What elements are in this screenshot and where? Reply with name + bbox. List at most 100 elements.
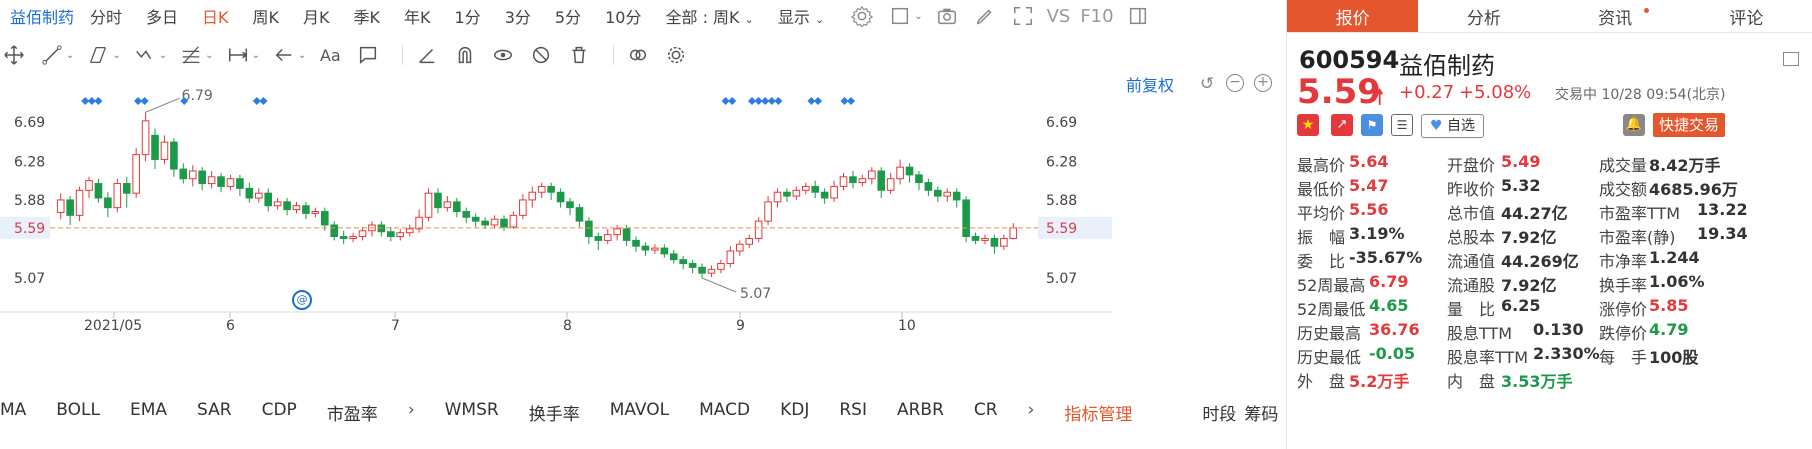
panel-menu-icon[interactable] <box>1783 52 1799 66</box>
fib-tool-icon[interactable] <box>177 41 205 69</box>
kline-chart[interactable]: 6.69 6.69 6.28 6.28 5.88 5.88 5.07 5.07 2021/05 6… <box>0 72 1286 392</box>
chevron-down-icon[interactable]: ⌄ <box>205 50 213 61</box>
indicator-1[interactable]: BOLL <box>56 400 100 425</box>
indicator-7[interactable]: 换手率 <box>529 400 580 425</box>
candle-body <box>830 185 838 199</box>
trash-icon[interactable] <box>565 41 593 69</box>
price-tick-right: 5.07 <box>1046 271 1077 287</box>
stock-name-link[interactable]: 益佰制药 <box>10 4 74 28</box>
candle-body <box>113 183 122 209</box>
chevron-down-icon[interactable]: ⌄ <box>112 50 120 61</box>
indicator-13[interactable]: CR <box>974 400 998 425</box>
candle-body <box>415 216 423 230</box>
chevron-down-icon[interactable]: ⌄ <box>252 50 260 61</box>
chevron-down-icon[interactable]: ⌄ <box>66 50 74 61</box>
candle-body <box>443 201 452 209</box>
layout-square-icon[interactable] <box>886 2 914 30</box>
candle-body <box>745 237 754 245</box>
kline-chart-svg[interactable]: 6.69 6.69 6.28 6.28 5.88 5.88 5.07 5.07 2021/05 6… <box>0 72 1286 392</box>
indicator-10[interactable]: KDJ <box>780 400 809 425</box>
period-tab-7[interactable]: 1分 <box>455 4 481 28</box>
vs-button[interactable]: VS <box>1047 6 1071 27</box>
indicator-12[interactable]: ARBR <box>897 400 944 425</box>
quote-label: 振 幅 <box>1297 228 1346 247</box>
tab-2[interactable]: 资讯 <box>1550 0 1681 32</box>
undo-icon[interactable]: ↺ <box>1200 74 1214 94</box>
candle-body <box>905 166 914 176</box>
hide-icon[interactable] <box>527 41 555 69</box>
stock-code: 600594 <box>1299 46 1400 74</box>
indicator-manage-button[interactable]: 指标管理 <box>1064 400 1132 425</box>
text-tool-icon[interactable]: Aa <box>316 41 344 69</box>
period-tab-9[interactable]: 5分 <box>555 4 581 28</box>
indicator-8[interactable]: MAVOL <box>610 400 669 425</box>
channel-tool-icon[interactable] <box>84 41 112 69</box>
indicator-3[interactable]: SAR <box>197 400 232 425</box>
chevron-down-icon[interactable]: ⌄ <box>298 50 306 61</box>
indicator-5[interactable]: 市盈率 <box>327 400 378 425</box>
move-icon[interactable] <box>0 41 28 69</box>
arrow-left-icon[interactable] <box>270 41 298 69</box>
wave-tool-icon[interactable] <box>131 41 159 69</box>
chips-button[interactable]: 筹码 <box>1244 400 1278 425</box>
range-tool-icon[interactable] <box>224 41 252 69</box>
line-tool-icon[interactable] <box>38 41 66 69</box>
add-favorite-button[interactable]: ♥ 自选 <box>1421 114 1485 138</box>
camera-icon[interactable] <box>933 2 961 30</box>
pen-icon[interactable] <box>971 2 999 30</box>
period-tab-0[interactable]: 分时 <box>90 4 122 28</box>
at-marker-icon[interactable]: @ <box>292 290 312 310</box>
period-tab-1[interactable]: 多日 <box>146 4 178 28</box>
chevron-down-icon[interactable]: ⌄ <box>159 50 167 61</box>
indicator-scroll-arrow-icon[interactable]: › <box>1028 400 1035 425</box>
tab-1[interactable]: 分析 <box>1418 0 1549 32</box>
indicator-2[interactable]: EMA <box>130 400 167 425</box>
zoom-out-icon[interactable]: − <box>1226 74 1244 92</box>
candle-body <box>924 182 933 191</box>
adjust-toggle[interactable]: 前复权 <box>1126 72 1174 96</box>
comment-icon[interactable] <box>354 41 382 69</box>
indicator-0[interactable]: MA <box>0 400 26 425</box>
magnet-icon[interactable] <box>451 41 479 69</box>
candle-body <box>886 178 895 191</box>
quote-label: 总股本 <box>1447 228 1496 247</box>
eye-icon[interactable] <box>489 41 517 69</box>
sidebar-toggle-icon[interactable] <box>1124 2 1152 30</box>
tab-3[interactable]: 评论 <box>1681 0 1812 32</box>
quick-trade-button[interactable]: 快捷交易 <box>1653 113 1726 137</box>
period-tab-10[interactable]: 10分 <box>605 4 641 28</box>
indicator-scroll-arrow-icon[interactable]: › <box>408 400 415 425</box>
quote-value: -0.05 <box>1369 344 1416 363</box>
fullscreen-icon[interactable] <box>1009 2 1037 30</box>
indicator-11[interactable]: RSI <box>839 400 867 425</box>
candle-body <box>226 178 235 187</box>
alert-bell-icon[interactable]: 🔔 <box>1623 114 1645 136</box>
quote-value: 5.32 <box>1501 176 1541 195</box>
period-tabs: 分时 多日 日K 周K 月K 季K 年K 1分 3分 5分 10分 <box>90 4 665 28</box>
stock-name: 益佰制药 <box>1399 52 1495 80</box>
period-tab-8[interactable]: 3分 <box>505 4 531 28</box>
chevron-down-icon[interactable]: ⌄ <box>914 11 922 22</box>
compare-icon[interactable] <box>624 41 652 69</box>
period-tab-2[interactable]: 日K <box>202 4 229 28</box>
settings-icon[interactable] <box>848 2 876 30</box>
indicator-4[interactable]: CDP <box>262 400 297 425</box>
x-tick-label: 2021/05 <box>84 318 142 334</box>
display-dropdown[interactable]: 显示 ⌄ <box>778 4 824 28</box>
angle-tool-icon[interactable] <box>413 41 441 69</box>
period-tab-5[interactable]: 季K <box>354 4 381 28</box>
timeframe-button[interactable]: 时段 <box>1202 400 1236 425</box>
period-tab-3[interactable]: 周K <box>253 4 280 28</box>
candle-body <box>292 205 301 211</box>
note-icon[interactable]: ☰ <box>1391 114 1413 136</box>
range-select[interactable]: 全部 : 周K ⌄ <box>665 4 753 28</box>
indicator-6[interactable]: WMSR <box>445 400 499 425</box>
indicator-9[interactable]: MACD <box>699 400 750 425</box>
candle-body <box>858 178 867 184</box>
period-tab-6[interactable]: 年K <box>404 4 431 28</box>
period-tab-4[interactable]: 月K <box>303 4 330 28</box>
gear-icon[interactable] <box>662 41 690 69</box>
zoom-in-icon[interactable]: + <box>1254 74 1272 92</box>
tab-0[interactable]: 报价 <box>1287 0 1419 32</box>
f10-button[interactable]: F10 <box>1080 6 1113 27</box>
